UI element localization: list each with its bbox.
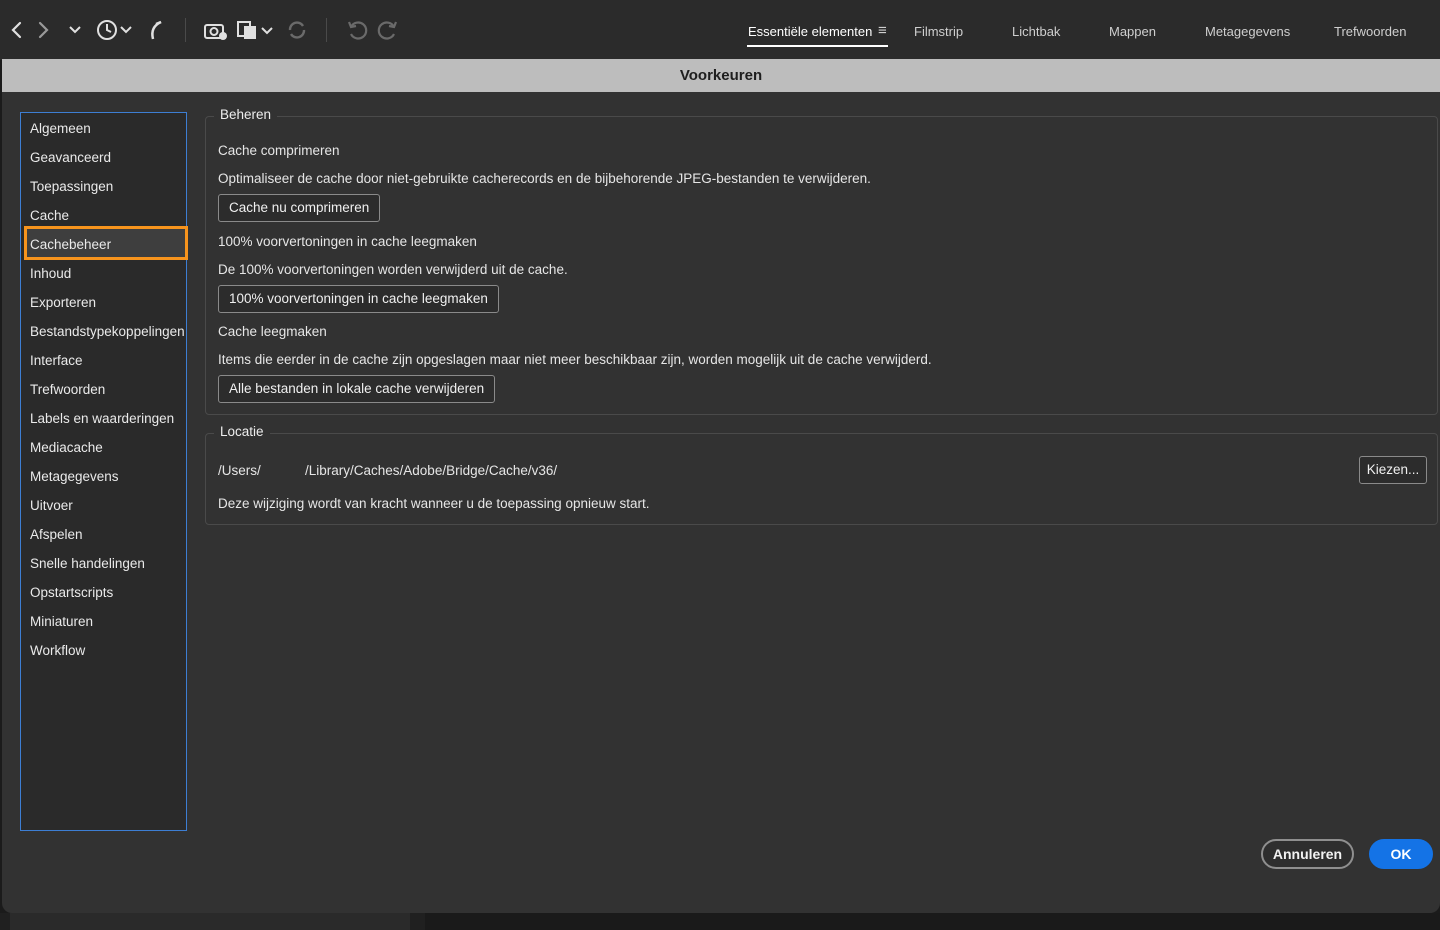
category-opstartscripts[interactable]: Opstartscripts (30, 582, 113, 604)
ok-button[interactable]: OK (1369, 839, 1433, 869)
workspace-tab-trefwoorden[interactable]: Trefwoorden (1334, 24, 1407, 48)
clear-cache-description: Items die eerder in de cache zijn opgesl… (218, 352, 932, 367)
dialog-title: Voorkeuren (2, 59, 1440, 92)
category-metagegevens[interactable]: Metagegevens (30, 466, 119, 488)
category-afspelen[interactable]: Afspelen (30, 524, 83, 546)
category-cachebeheer[interactable]: Cachebeheer (30, 234, 111, 256)
workspace-menu-icon[interactable]: ≡ (878, 22, 887, 46)
workspace-tab-lichtbak[interactable]: Lichtbak (1012, 24, 1060, 48)
category-algemeen[interactable]: Algemeen (30, 118, 91, 140)
toolbar-separator (185, 18, 186, 42)
manage-group-title: Beheren (214, 107, 278, 122)
workspace-tab-filmstrip[interactable]: Filmstrip (914, 24, 963, 48)
category-miniaturen[interactable]: Miniaturen (30, 611, 93, 633)
location-group-title: Locatie (214, 424, 270, 439)
compress-description: Optimaliseer de cache door niet-gebruikt… (218, 171, 871, 186)
boomerang-icon[interactable] (146, 16, 166, 44)
category-interface[interactable]: Interface (30, 350, 83, 372)
choose-location-button[interactable]: Kiezen... (1359, 456, 1427, 484)
refresh-icon[interactable] (286, 16, 308, 44)
forward-icon[interactable] (34, 16, 54, 44)
category-bestandstypekoppelingen[interactable]: Bestandstypekoppelingen (30, 321, 185, 343)
rotate-left-icon[interactable] (345, 16, 369, 44)
workspace-tab-metagegevens[interactable]: Metagegevens (1205, 24, 1290, 48)
location-group: Locatie (205, 424, 1438, 525)
toolbar-separator (326, 18, 327, 42)
clear-local-cache-button[interactable]: Alle bestanden in lokale cache verwijder… (218, 375, 496, 403)
chevron-down-icon[interactable] (66, 16, 84, 44)
category-exporteren[interactable]: Exporteren (30, 292, 96, 314)
background-panels (0, 913, 1440, 930)
back-icon[interactable] (6, 16, 26, 44)
category-snelle-handelingen[interactable]: Snelle handelingen (30, 553, 145, 575)
category-mediacache[interactable]: Mediacache (30, 437, 103, 459)
app-toolbar: Essentiële elementen ≡ Filmstrip Lichtba… (0, 0, 1440, 60)
active-workspace-underline (747, 45, 888, 47)
compress-heading: Cache comprimeren (218, 143, 340, 158)
category-cache[interactable]: Cache (30, 205, 69, 227)
purge-previews-heading: 100% voorvertoningen in cache leegmaken (218, 234, 477, 249)
category-toepassingen[interactable]: Toepassingen (30, 176, 113, 198)
category-geavanceerd[interactable]: Geavanceerd (30, 147, 111, 169)
cache-path-suffix: /Library/Caches/Adobe/Bridge/Cache/v36/ (305, 463, 558, 478)
copy-files-icon[interactable] (236, 16, 276, 44)
category-uitvoer[interactable]: Uitvoer (30, 495, 73, 517)
purge-previews-button[interactable]: 100% voorvertoningen in cache leegmaken (218, 285, 499, 313)
cache-path-prefix: /Users/ (218, 463, 261, 478)
preferences-category-list[interactable]: Algemeen Geavanceerd Toepassingen Cache … (20, 112, 188, 831)
category-labels-en-waarderingen[interactable]: Labels en waarderingen (30, 408, 174, 430)
cancel-button[interactable]: Annuleren (1261, 839, 1354, 869)
workspace-tab-mappen[interactable]: Mappen (1109, 24, 1156, 48)
category-trefwoorden[interactable]: Trefwoorden (30, 379, 105, 401)
camera-download-icon[interactable] (203, 16, 229, 44)
category-inhoud[interactable]: Inhoud (30, 263, 71, 285)
compress-cache-button[interactable]: Cache nu comprimeren (218, 194, 381, 222)
restart-note: Deze wijziging wordt van kracht wanneer … (218, 496, 650, 511)
rotate-right-icon[interactable] (376, 16, 400, 44)
clear-cache-heading: Cache leegmaken (218, 324, 327, 339)
category-workflow[interactable]: Workflow (30, 640, 85, 662)
purge-previews-description: De 100% voorvertoningen worden verwijder… (218, 262, 568, 277)
history-icon[interactable] (94, 16, 136, 44)
